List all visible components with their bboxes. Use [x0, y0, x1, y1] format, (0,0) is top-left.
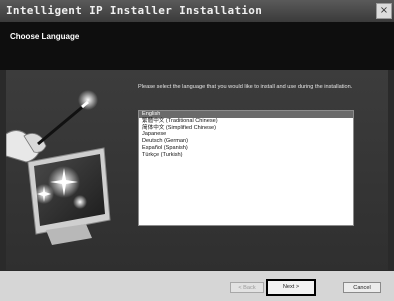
language-option[interactable]: Deutsch (German) [139, 138, 353, 145]
page-title: Choose Language [10, 32, 80, 41]
close-icon[interactable]: × [376, 3, 392, 19]
next-button[interactable]: Next > [266, 279, 316, 296]
language-list[interactable]: English 繁體中文 (Traditional Chinese) 简体中文 … [138, 110, 354, 226]
language-option[interactable]: 繁體中文 (Traditional Chinese) [139, 118, 353, 125]
title-bar: Intelligent IP Installer Installation × [0, 0, 394, 22]
cancel-button[interactable]: Cancel [343, 282, 381, 293]
content-panel: Please select the language that you woul… [6, 70, 388, 270]
language-option[interactable]: Japanese [139, 131, 353, 138]
page-header: Choose Language [0, 22, 394, 70]
installer-window: Intelligent IP Installer Installation × … [0, 0, 394, 301]
back-button[interactable]: < Back [230, 282, 264, 293]
button-bar: < Back Next > Cancel [0, 271, 394, 301]
language-option[interactable]: 简体中文 (Simplified Chinese) [139, 125, 353, 132]
monitor-wand-illustration [6, 90, 111, 245]
window-title: Intelligent IP Installer Installation [6, 4, 263, 17]
language-option[interactable]: Türkçe (Turkish) [139, 152, 353, 159]
instruction-text: Please select the language that you woul… [138, 84, 353, 90]
language-option[interactable]: Español (Spanish) [139, 145, 353, 152]
language-option[interactable]: English [139, 111, 353, 118]
